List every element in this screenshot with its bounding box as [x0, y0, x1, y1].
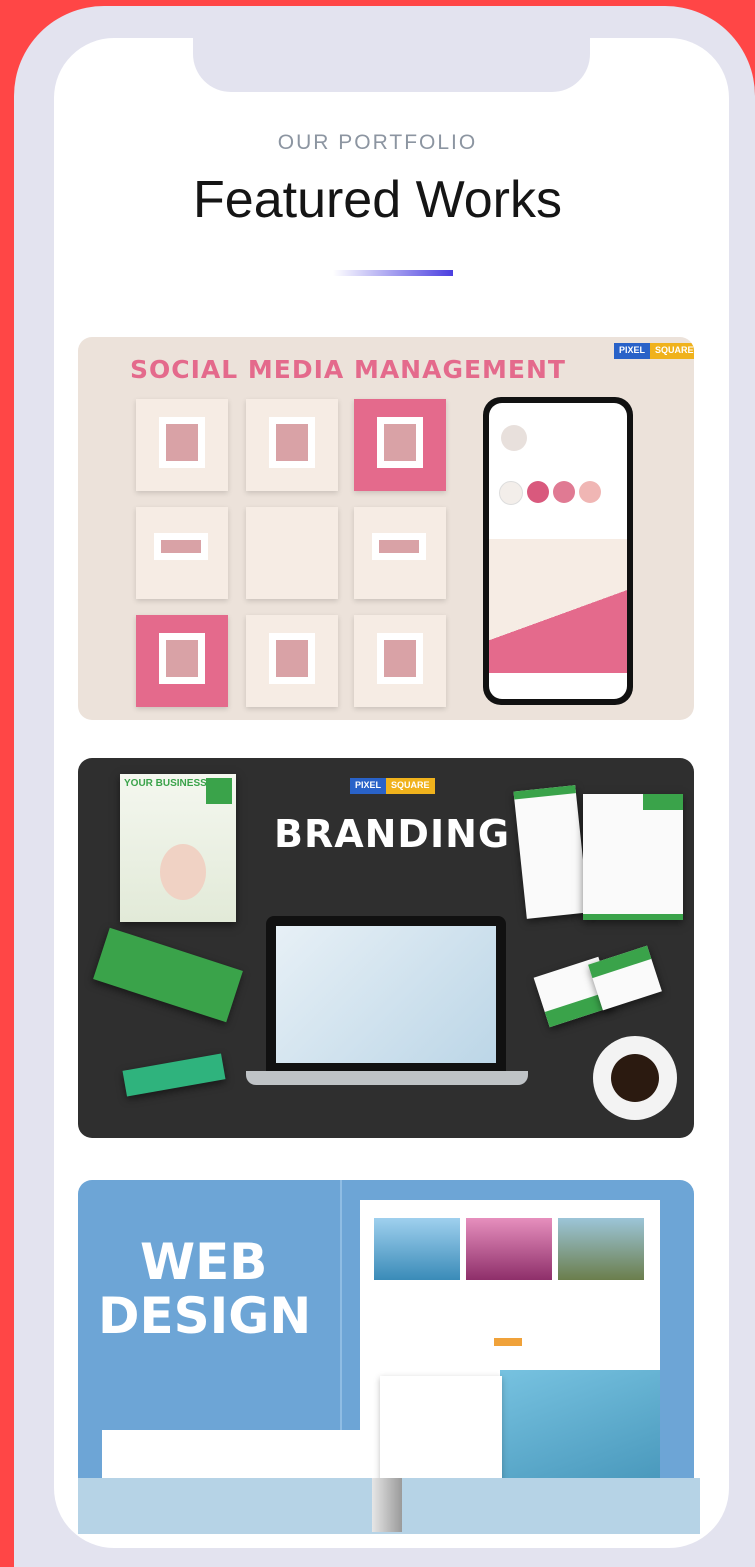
section-title: Featured Works: [193, 171, 562, 229]
post-tile: [354, 507, 446, 599]
post-tile: [136, 507, 228, 599]
letterhead-mockup: [513, 785, 589, 919]
badge-left: PIXEL: [350, 778, 387, 794]
card-title: BRANDING: [274, 812, 511, 856]
web-button: [494, 1338, 522, 1346]
post-tile: [136, 399, 228, 491]
instagram-phone-mockup: [483, 397, 633, 705]
laptop-mockup: [266, 916, 506, 1071]
section-eyebrow: OUR PORTFOLIO: [277, 131, 478, 154]
magazine-mockup: YOUR BUSINESS: [120, 774, 236, 922]
post-tile: [246, 399, 338, 491]
card-title: SOCIAL MEDIA MANAGEMENT: [130, 355, 566, 384]
post-tile: [354, 615, 446, 707]
display-post: [372, 1478, 402, 1532]
letterhead-mockup: [583, 794, 683, 920]
card-title-line-2: DESIGN: [98, 1287, 312, 1345]
coffee-cup: [593, 1036, 677, 1120]
business-card-mockup: [588, 945, 662, 1011]
web-photo: [374, 1218, 460, 1280]
brand-badge: PIXEL SQUARE: [350, 778, 435, 794]
portfolio-card-social-media[interactable]: SOCIAL MEDIA MANAGEMENT PIXEL SQUARE: [78, 337, 694, 720]
portfolio-card-branding[interactable]: PIXEL SQUARE BRANDING YOUR BUSINESS: [78, 758, 694, 1138]
magazine-title: YOUR BUSINESS: [124, 778, 207, 789]
post-tile: [354, 399, 446, 491]
post-tile: [246, 615, 338, 707]
title-underline: [333, 270, 453, 276]
brochure-mockup: [93, 927, 243, 1023]
web-photo: [558, 1218, 644, 1280]
brand-badge: PIXEL SQUARE: [614, 343, 694, 359]
portfolio-card-web-design[interactable]: WEB DESIGN: [78, 1180, 694, 1520]
card-mockup: [122, 1053, 226, 1097]
phone-notch: [193, 38, 590, 92]
post-tile: [136, 615, 228, 707]
badge-right: SQUARE: [386, 778, 435, 794]
web-photo: [466, 1218, 552, 1280]
badge-left: PIXEL: [614, 343, 651, 359]
card-title-line-1: WEB: [140, 1233, 268, 1291]
laptop-base: [246, 1071, 528, 1085]
badge-right: SQUARE: [650, 343, 694, 359]
post-tile: [246, 507, 338, 599]
